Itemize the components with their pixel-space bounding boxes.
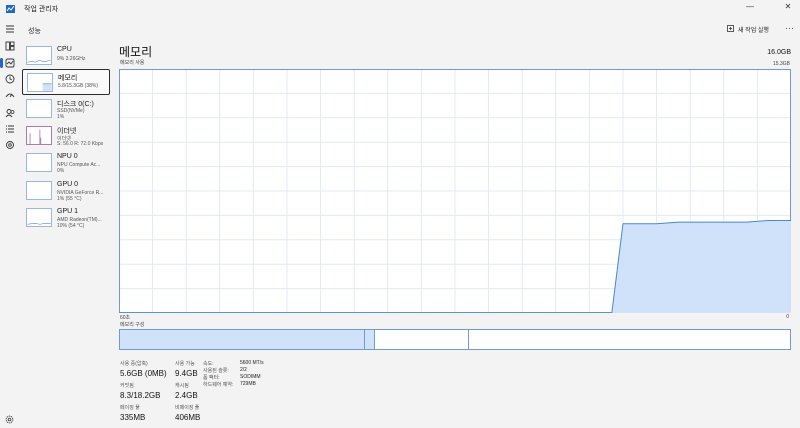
x-axis-left-label: 60초 <box>120 315 131 321</box>
app-history-icon[interactable] <box>5 74 15 84</box>
device-name: CPU <box>57 46 72 53</box>
paged-pool-label: 페이징 풀 <box>120 405 140 411</box>
rail-selection-indicator <box>0 58 3 68</box>
close-button[interactable]: ✕ <box>776 0 800 18</box>
slots-label: 사용된 슬롯: <box>203 368 229 374</box>
more-options-icon[interactable]: ··· <box>785 23 794 33</box>
memory-panel: 메모리 16.0GB 메모리 사용 15.3GB 60초 0 메모리 구성 사용… <box>112 40 800 428</box>
composition-segment-free <box>469 330 790 349</box>
panel-title: 메모리 <box>119 45 153 59</box>
device-detail: 9% 3.26GHz <box>57 56 86 62</box>
chart-max-label: 15.3GB <box>773 61 790 67</box>
settings-icon[interactable] <box>5 415 14 424</box>
available-value: 9.4GB <box>175 369 198 378</box>
processes-icon[interactable] <box>5 41 15 51</box>
total-memory: 16.0GB <box>767 49 791 56</box>
available-label: 사용 가능 <box>175 361 195 367</box>
device-item-memory[interactable]: 메모리 5.8/15.3GB (38%) <box>22 69 110 95</box>
speed-label: 속도: <box>203 361 214 367</box>
window-title: 작업 관리자 <box>24 6 59 13</box>
menu-icon[interactable] <box>5 24 15 34</box>
device-name: 메모리 <box>58 75 78 82</box>
speed-value: 5600 MT/s <box>240 360 264 366</box>
committed-value: 8.3/18.2GB <box>120 391 161 400</box>
slots-value: 2/2 <box>240 367 247 373</box>
composition-segment-standby <box>375 330 470 349</box>
device-throughput: S: 56.0 R: 72.0 Kbps <box>57 141 104 147</box>
composition-segment-modified <box>364 330 376 349</box>
disk-thumbnail <box>26 99 52 118</box>
device-name: NPU 0 <box>57 153 78 160</box>
device-item-gpu1[interactable]: GPU 1 AMD Radeon(TM)... 10% (54 °C) <box>22 205 110 231</box>
composition-label: 메모리 구성 <box>120 322 145 328</box>
memory-usage-chart <box>119 69 791 313</box>
title-bar: 작업 관리자 — ✕ <box>0 0 800 18</box>
run-new-task-button[interactable]: 새 작업 실행 <box>738 25 769 34</box>
device-item-cpu[interactable]: CPU 9% 3.26GHz <box>22 43 110 69</box>
composition-segment-in-use <box>120 330 365 349</box>
paged-pool-value: 335MB <box>120 413 146 422</box>
navigation-rail <box>0 18 20 428</box>
device-item-gpu0[interactable]: GPU 0 NVIDIA GeForce R... 1% (55 °C) <box>22 178 110 204</box>
cached-value: 2.4GB <box>175 391 198 400</box>
gpu0-thumbnail <box>26 181 52 200</box>
device-usage: 10% (54 °C) <box>57 223 85 229</box>
device-list: CPU 9% 3.26GHz 메모리 5.8/15.3GB (38%) 디스크 … <box>20 40 112 428</box>
device-item-ethernet[interactable]: 이더넷 이더넷 S: 56.0 R: 72.0 Kbps <box>22 123 110 149</box>
in-use-label: 사용 중(압축) <box>120 361 148 367</box>
ethernet-thumbnail <box>26 126 52 145</box>
form-factor-value: SODIMM <box>240 374 261 380</box>
nonpaged-pool-label: 비페이징 풀 <box>175 405 200 411</box>
in-use-value: 5.6GB (0MB) <box>120 369 167 378</box>
cpu-thumbnail <box>26 46 52 65</box>
form-factor-label: 폼 팩터: <box>203 375 220 381</box>
device-usage: 0% <box>57 168 65 174</box>
gpu1-thumbnail <box>26 208 52 227</box>
nonpaged-pool-value: 406MB <box>175 413 201 422</box>
hardware-reserved-value: 729MB <box>240 381 256 387</box>
device-item-npu[interactable]: NPU 0 NPU Compute Ac... 0% <box>22 150 110 176</box>
device-usage: 1% <box>57 114 65 120</box>
startup-apps-icon[interactable] <box>5 91 15 101</box>
minimize-button[interactable]: — <box>738 0 762 18</box>
details-icon[interactable] <box>5 124 15 134</box>
performance-icon[interactable] <box>5 58 15 68</box>
committed-label: 커밋됨 <box>120 383 134 389</box>
device-usage: 1% (55 °C) <box>57 196 82 202</box>
page-title: 성능 <box>28 28 41 35</box>
device-name: GPU 0 <box>57 181 79 188</box>
run-task-icon <box>727 25 734 32</box>
users-icon[interactable] <box>5 108 15 118</box>
page-header: 성능 새 작업 실행 ··· <box>20 18 800 40</box>
cached-label: 캐시됨 <box>175 383 189 389</box>
memory-composition-bar <box>119 329 791 350</box>
task-manager-app-icon <box>6 5 15 13</box>
device-detail: 5.8/15.3GB (38%) <box>58 83 99 89</box>
device-item-disk[interactable]: 디스크 0(C:) SSD(NVMe) 1% <box>22 96 110 122</box>
chart-label: 메모리 사용 <box>120 60 145 66</box>
device-name: GPU 1 <box>57 208 79 215</box>
services-icon[interactable] <box>5 140 15 150</box>
hardware-reserved-label: 하드웨어 예약: <box>203 382 234 388</box>
memory-thumbnail <box>27 73 53 92</box>
npu-thumbnail <box>26 153 52 172</box>
x-axis-right-label: 0 <box>786 314 789 320</box>
